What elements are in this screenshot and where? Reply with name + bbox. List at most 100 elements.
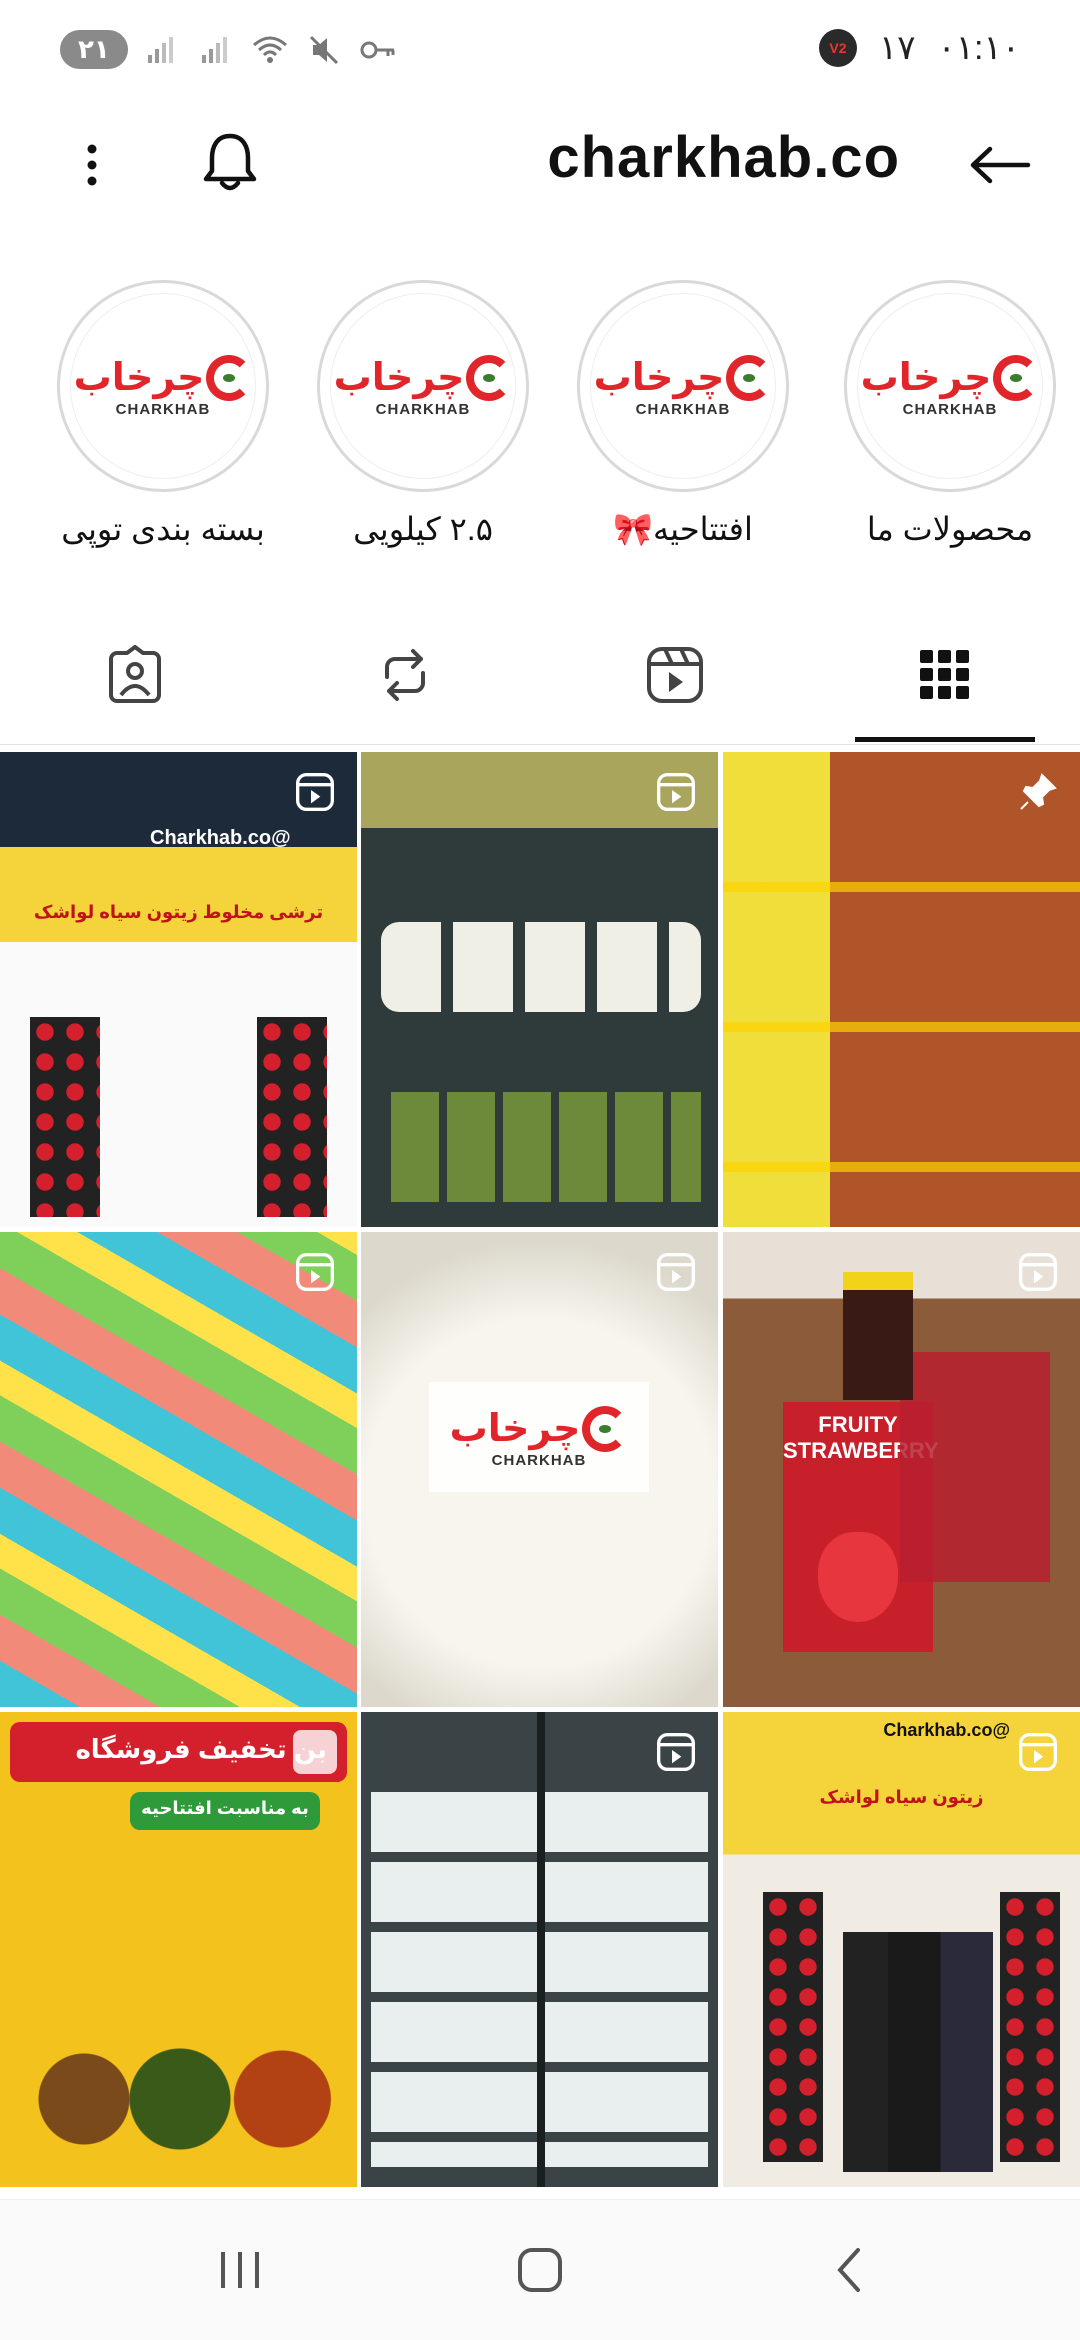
- profile-username: charkhab.co: [547, 125, 900, 190]
- brand-logo-fa: چرخاب: [333, 356, 465, 399]
- post-handle: @Charkhab.co: [150, 827, 291, 849]
- promo-title: بن تخفیف فروشگاه: [75, 1734, 327, 1764]
- brand-logo-en: CHARKHAB: [115, 400, 211, 418]
- brand-logo-fa: چرخاب: [593, 356, 725, 399]
- highlight-ring: چرخاب CHARKHAB: [844, 280, 1056, 492]
- signal-icon: [142, 32, 182, 68]
- recent-apps-button[interactable]: [190, 2230, 290, 2310]
- brand-logo-fa: چرخاب: [860, 356, 992, 399]
- temperature-text: ۱۷: [878, 29, 916, 67]
- back-button[interactable]: [960, 130, 1040, 200]
- reel-badge-icon: [1016, 1730, 1060, 1774]
- reel-badge-icon: [1016, 1250, 1060, 1294]
- brand-logo: چرخاب CHARKHAB: [333, 354, 513, 418]
- home-button[interactable]: [490, 2230, 590, 2310]
- fridge-divider: [537, 1712, 545, 2187]
- highlight-cover: چرخاب CHARKHAB: [70, 293, 256, 479]
- brand-logo: چرخاب CHARKHAB: [593, 354, 773, 418]
- watermark-logo: چرخاب CHARKHAB: [429, 1382, 649, 1492]
- select-checkbox: [293, 1730, 337, 1774]
- mute-icon: [304, 32, 344, 68]
- highlight-cover: چرخاب CHARKHAB: [590, 293, 776, 479]
- container-stack: [723, 752, 1080, 1227]
- brand-c-icon: [582, 1405, 629, 1452]
- tab-reposts[interactable]: [345, 640, 465, 710]
- highlight-ring: چرخاب CHARKHAB: [577, 280, 789, 492]
- brand-logo-fa: چرخاب: [449, 1407, 581, 1450]
- post-thumbnail[interactable]: [361, 752, 718, 1227]
- fruit-leather: [900, 1352, 1050, 1582]
- post-thumbnail[interactable]: بن تخفیف فروشگاه به مناسبت افتتاحیه: [0, 1712, 357, 2187]
- balloon-column: [257, 1017, 327, 1217]
- strawberry-image: [818, 1532, 898, 1622]
- highlight-label: محصولات ما: [866, 511, 1034, 547]
- recents-icon: [221, 2252, 259, 2288]
- reels-icon: [647, 647, 703, 703]
- balloon-column: [763, 1892, 823, 2162]
- highlight-cover: چرخاب CHARKHAB: [330, 293, 516, 479]
- highlight-item[interactable]: چرخاب CHARKHAB بسته بندی توپی: [53, 280, 273, 548]
- profile-tabs: [0, 620, 1080, 745]
- tagged-user-icon: [109, 645, 161, 703]
- back-nav-button[interactable]: [800, 2230, 900, 2310]
- brand-logo-en: CHARKHAB: [902, 400, 998, 418]
- promo-subtitle: به مناسبت افتتاحیه: [141, 1798, 309, 1818]
- highlight-label: ۲.۵ کیلویی: [353, 511, 493, 547]
- key-icon: [358, 32, 398, 68]
- tab-posts-grid[interactable]: [855, 640, 1035, 742]
- brand-c-icon: [466, 354, 513, 401]
- tab-tagged[interactable]: [75, 640, 195, 710]
- brand-logo-en: CHARKHAB: [375, 400, 471, 418]
- reel-badge-icon: [293, 770, 337, 814]
- posts-grid: ترشی مخلوط زیتون سیاه لواشک @Charkhab.co…: [0, 752, 1080, 2192]
- notifications-button[interactable]: [190, 122, 270, 202]
- post-caption: زیتون سیاه لواشک: [819, 1787, 984, 1807]
- brand-logo-fa: چرخاب: [73, 356, 205, 399]
- bell-icon: [203, 133, 257, 191]
- signal-icon-2: [196, 32, 236, 68]
- jars-row: [381, 922, 701, 1012]
- system-navigation-bar: [0, 2199, 1080, 2340]
- post-thumbnail[interactable]: [723, 752, 1080, 1227]
- brand-logo-en: CHARKHAB: [635, 400, 731, 418]
- highlight-item[interactable]: چرخاب CHARKHAB ۲.۵ کیلویی: [313, 280, 533, 548]
- reel-badge-icon: [654, 1250, 698, 1294]
- post-thumbnail[interactable]: زیتون سیاه لواشک @Charkhab.co: [723, 1712, 1080, 2187]
- highlight-ring: چرخاب CHARKHAB: [57, 280, 269, 492]
- candy-pattern: [0, 1232, 357, 1707]
- notification-count-badge: ۲۱: [60, 30, 128, 69]
- more-options-button[interactable]: [62, 130, 122, 200]
- reel-badge-icon: [654, 770, 698, 814]
- brand-c-icon: [726, 354, 773, 401]
- post-handle: @Charkhab.co: [883, 1720, 1010, 1740]
- promo-ribbon: به مناسبت افتتاحیه: [130, 1792, 320, 1830]
- tab-reels[interactable]: [615, 640, 735, 710]
- clock-text: ۰۱:۱۰: [937, 29, 1021, 67]
- people-group: [843, 1932, 993, 2172]
- balloon-column: [1000, 1892, 1060, 2162]
- jam-jar: [843, 1272, 913, 1400]
- profile-header: charkhab.co: [0, 110, 1080, 220]
- olive-jars-row: [391, 1092, 701, 1202]
- highlight-label: بسته بندی توپی: [61, 511, 265, 547]
- highlight-item[interactable]: چرخاب CHARKHAB افتتاحیه🎀: [573, 280, 793, 548]
- post-thumbnail[interactable]: ترشی مخلوط زیتون سیاه لواشک @Charkhab.co: [0, 752, 357, 1227]
- brand-logo: چرخاب CHARKHAB: [860, 354, 1040, 418]
- brand-logo: چرخاب CHARKHAB: [73, 354, 253, 418]
- post-thumbnail[interactable]: [0, 1232, 357, 1707]
- highlight-ring: چرخاب CHARKHAB: [317, 280, 529, 492]
- more-vertical-icon: [87, 144, 97, 186]
- vpn-icon: V2: [818, 29, 857, 67]
- post-thumbnail[interactable]: چرخاب CHARKHAB: [361, 1232, 718, 1707]
- highlight-label: افتتاحیه🎀: [613, 511, 753, 547]
- brand-c-icon: [993, 354, 1040, 401]
- post-thumbnail[interactable]: [361, 1712, 718, 2187]
- reel-badge-icon: [293, 1250, 337, 1294]
- highlight-cover: چرخاب CHARKHAB: [857, 293, 1043, 479]
- highlight-item[interactable]: چرخاب CHARKHAB محصولات ما: [840, 280, 1060, 548]
- post-thumbnail[interactable]: FRUITY STRAWBERRY: [723, 1232, 1080, 1707]
- pickle-jars: [20, 1997, 340, 2167]
- status-bar: ۲۱ V2 ۱۷ ۰۱:۱۰: [0, 0, 1080, 100]
- tabs-divider: [0, 744, 1080, 745]
- reel-badge-icon: [654, 1730, 698, 1774]
